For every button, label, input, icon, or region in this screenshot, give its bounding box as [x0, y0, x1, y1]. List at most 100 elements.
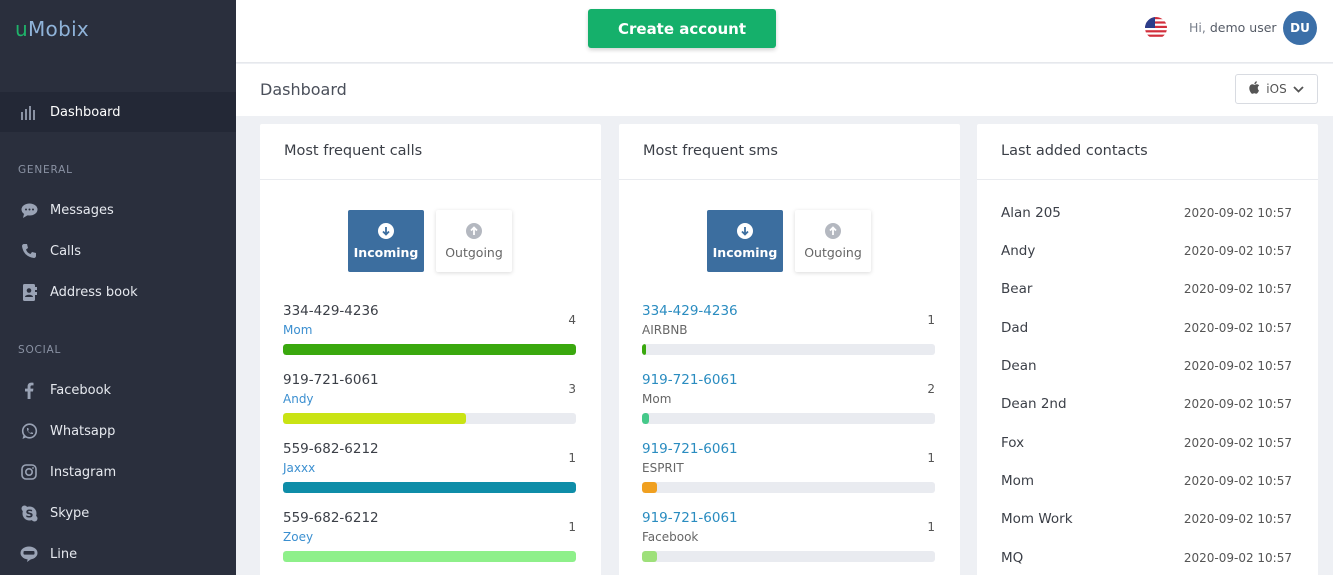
list-item[interactable]: Dean 2020-09-02 10:57: [1001, 358, 1292, 378]
list-item[interactable]: Bear 2020-09-02 10:57: [1001, 281, 1292, 301]
progress-track: [283, 344, 576, 355]
list-item[interactable]: Mom 2020-09-02 10:57: [1001, 473, 1292, 493]
avatar[interactable]: DU: [1283, 11, 1317, 45]
phone-number[interactable]: 919-721-6061: [642, 510, 738, 526]
progress-track: [642, 482, 935, 493]
count: 1: [927, 313, 935, 327]
arrow-down-icon: [737, 222, 753, 239]
contact-name[interactable]: Andy: [283, 392, 314, 406]
sidebar-item-instagram[interactable]: Instagram: [0, 457, 236, 487]
phone-number[interactable]: 919-721-6061: [642, 441, 738, 457]
arrow-up-icon: [825, 222, 841, 239]
list-item[interactable]: Andy 2020-09-02 10:57: [1001, 243, 1292, 263]
tab-label: Incoming: [712, 244, 778, 260]
svg-text:S: S: [25, 507, 33, 520]
list-item[interactable]: Fox 2020-09-02 10:57: [1001, 435, 1292, 455]
list-item[interactable]: 919-721-6061 Andy 3: [283, 372, 576, 432]
tab-label: Outgoing: [804, 244, 862, 260]
card-divider: [260, 179, 601, 180]
last-added-contacts-card: Last added contacts Alan 205 2020-09-02 1…: [977, 124, 1318, 575]
phone-number: 559-682-6212: [283, 510, 379, 526]
sidebar-item-calls[interactable]: Calls: [0, 236, 236, 266]
card-title: Most frequent calls: [284, 143, 423, 159]
brand-logo-text: Mobix: [27, 17, 90, 41]
address-book-icon: [20, 283, 38, 301]
count: 3: [568, 382, 576, 396]
sidebar-item-label: Address book: [50, 284, 138, 300]
list-item[interactable]: 334-429-4236 AIRBNB 1: [642, 303, 935, 363]
most-frequent-sms-card: Most frequent sms Incoming Outgoing 334-…: [619, 124, 960, 575]
progress-track: [283, 413, 576, 424]
contact-date: 2020-09-02 10:57: [1183, 436, 1292, 450]
sidebar-item-label: Instagram: [50, 464, 117, 480]
count: 2: [927, 382, 935, 396]
contact-name[interactable]: Mom: [283, 323, 312, 337]
sidebar-item-dashboard[interactable]: Dashboard: [0, 92, 236, 132]
contact-name[interactable]: Zoey: [283, 530, 313, 544]
arrow-down-icon: [378, 222, 394, 239]
list-item[interactable]: Dean 2nd 2020-09-02 10:57: [1001, 396, 1292, 416]
list-item[interactable]: 919-721-6061 ESPRIT 1: [642, 441, 935, 501]
count: 1: [568, 520, 576, 534]
sms-incoming-tab[interactable]: Incoming: [707, 210, 783, 272]
chevron-down-icon: [1293, 82, 1304, 96]
list-item[interactable]: 919-721-6061 Facebook 1: [642, 510, 935, 570]
contact-name: Facebook: [642, 530, 699, 544]
list-item[interactable]: 559-682-6212 Zoey 1: [283, 510, 576, 570]
contact-name[interactable]: Jaxxx: [283, 461, 315, 475]
list-item[interactable]: 559-682-6212 Jaxxx 1: [283, 441, 576, 501]
contact-name: MQ: [1001, 550, 1024, 566]
contact-name: Mom: [1001, 473, 1035, 489]
sidebar: uMobix Dashboard GENERAL Messages Calls …: [0, 0, 236, 575]
sidebar-item-label: Calls: [50, 243, 82, 259]
phone-number: 559-682-6212: [283, 441, 379, 457]
phone-number[interactable]: 334-429-4236: [642, 303, 738, 319]
apple-icon: [1249, 81, 1260, 97]
count: 1: [927, 451, 935, 465]
list-item[interactable]: MQ 2020-09-02 10:57: [1001, 550, 1292, 570]
card-divider: [977, 179, 1318, 180]
username[interactable]: demo user: [1210, 20, 1277, 35]
sidebar-item-facebook[interactable]: Facebook: [0, 375, 236, 405]
progress-track: [642, 413, 935, 424]
os-select[interactable]: iOS: [1235, 74, 1318, 104]
create-account-button[interactable]: Create account: [588, 9, 776, 48]
most-frequent-calls-card: Most frequent calls Incoming Outgoing 33…: [260, 124, 601, 575]
contact-name: AIRBNB: [642, 323, 688, 337]
instagram-icon: [20, 463, 38, 481]
list-item[interactable]: 919-721-6061 Mom 2: [642, 372, 935, 432]
contact-date: 2020-09-02 10:57: [1183, 359, 1292, 373]
card-divider: [619, 179, 960, 180]
calls-outgoing-tab[interactable]: Outgoing: [436, 210, 512, 272]
list-item[interactable]: Mom Work 2020-09-02 10:57: [1001, 511, 1292, 531]
progress-track: [283, 551, 576, 562]
sidebar-item-whatsapp[interactable]: Whatsapp: [0, 416, 236, 446]
dashboard-header: Dashboard iOS: [236, 64, 1333, 116]
progress-track: [642, 551, 935, 562]
us-flag-icon[interactable]: [1145, 17, 1167, 39]
brand-logo[interactable]: uMobix: [15, 17, 89, 41]
sidebar-item-skype[interactable]: S Skype: [0, 498, 236, 528]
progress-track: [642, 344, 935, 355]
calls-incoming-tab[interactable]: Incoming: [348, 210, 424, 272]
sidebar-item-messages[interactable]: Messages: [0, 195, 236, 225]
section-title-social: SOCIAL: [18, 344, 62, 356]
list-item[interactable]: Alan 205 2020-09-02 10:57: [1001, 205, 1292, 225]
arrow-up-icon: [466, 222, 482, 239]
card-title: Most frequent sms: [643, 143, 778, 159]
skype-icon: S: [20, 504, 38, 522]
phone-number[interactable]: 919-721-6061: [642, 372, 738, 388]
sidebar-item-line[interactable]: Line: [0, 539, 236, 569]
list-item[interactable]: 334-429-4236 Mom 4: [283, 303, 576, 363]
contact-name: Fox: [1001, 435, 1025, 451]
sidebar-item-address-book[interactable]: Address book: [0, 277, 236, 307]
line-icon: [20, 545, 38, 563]
list-item[interactable]: Dad 2020-09-02 10:57: [1001, 320, 1292, 340]
chat-icon: [20, 201, 38, 219]
tab-label: Incoming: [353, 244, 419, 260]
os-select-value: iOS: [1266, 82, 1287, 96]
contact-name: ESPRIT: [642, 461, 684, 475]
sms-outgoing-tab[interactable]: Outgoing: [795, 210, 871, 272]
contact-date: 2020-09-02 10:57: [1183, 282, 1292, 296]
progress-track: [283, 482, 576, 493]
